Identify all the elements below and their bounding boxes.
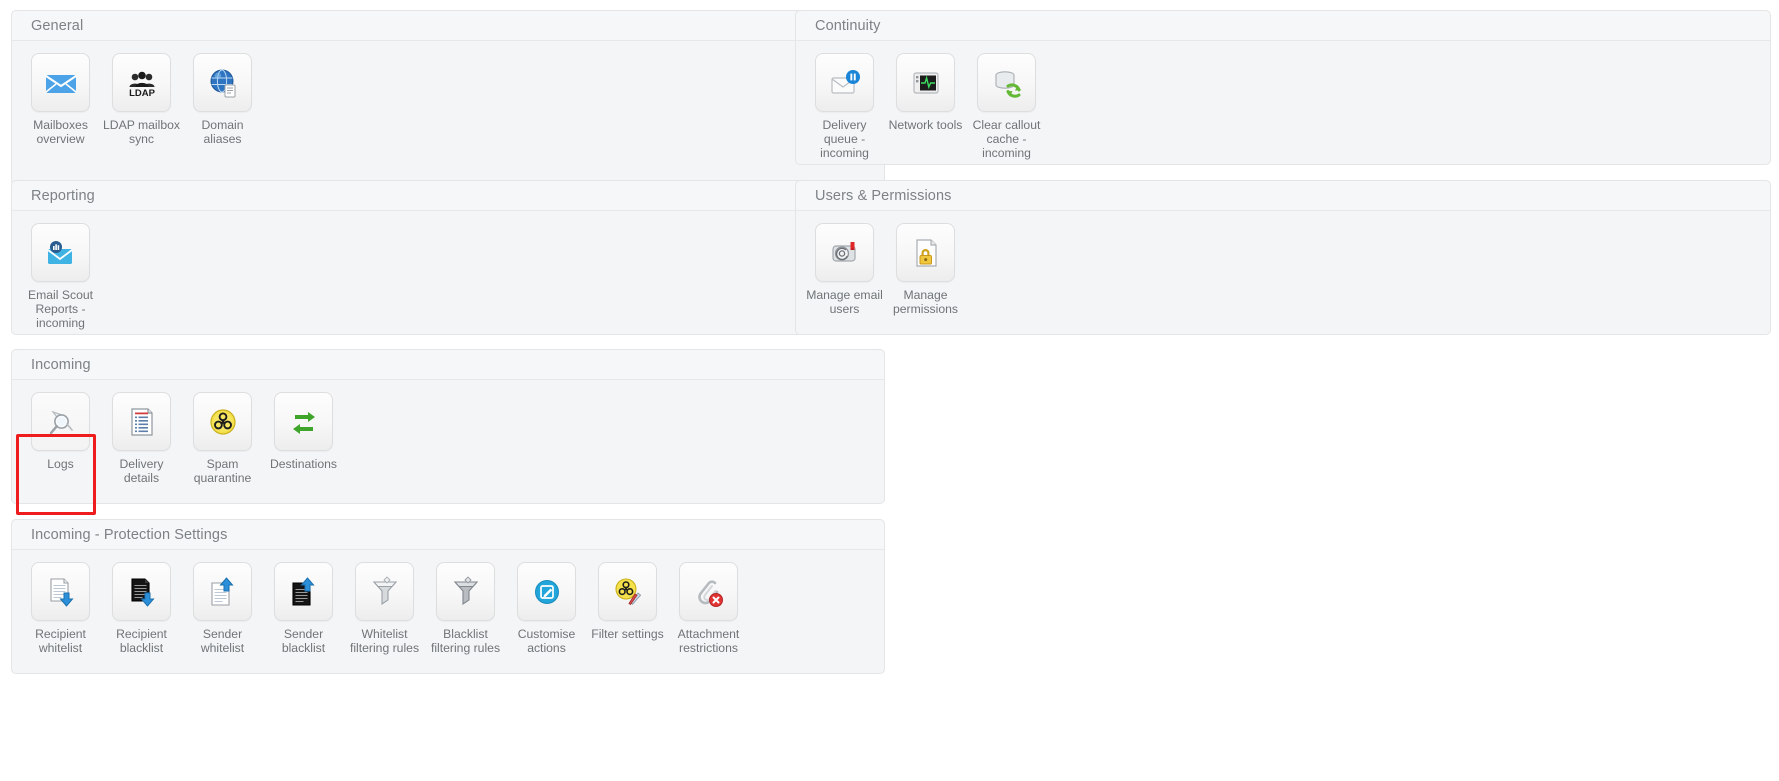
panel-title-incoming: Incoming	[12, 350, 884, 380]
tile-mailboxes-overview[interactable]: Mailboxes overview	[20, 53, 101, 146]
envelope-icon	[31, 53, 90, 112]
green-arrows-icon	[274, 392, 333, 451]
tile-customise-actions[interactable]: Customise actions	[506, 562, 587, 655]
funnel-white-icon	[355, 562, 414, 621]
tile-label: Attachment restrictions	[677, 627, 740, 656]
tile-ldap-mailbox-sync[interactable]: LDAP LDAP mailbox sync	[101, 53, 182, 146]
tile-label: Manage permissions	[892, 288, 959, 317]
tile-manage-email-users[interactable]: Manage email users	[804, 223, 885, 316]
tile-delivery-queue-incoming[interactable]: Delivery queue - incoming	[804, 53, 885, 161]
tile-destinations[interactable]: Destinations	[263, 392, 344, 471]
panel-body-reporting: Email Scout Reports - incoming	[12, 211, 884, 331]
panel-body-users-permissions: Manage email users Manage permissions	[796, 211, 1770, 316]
panel-body-continuity: Delivery queue - incoming Network tools	[796, 41, 1770, 161]
biohazard-tools-icon	[598, 562, 657, 621]
tile-label: Whitelist filtering rules	[349, 627, 420, 656]
network-monitor-icon	[896, 53, 955, 112]
tile-whitelist-filtering-rules[interactable]: Whitelist filtering rules	[344, 562, 425, 655]
tile-label: Filter settings	[591, 627, 664, 641]
tile-blacklist-filtering-rules[interactable]: Blacklist filtering rules	[425, 562, 506, 655]
tile-label: Network tools	[888, 118, 963, 132]
tile-network-tools[interactable]: Network tools	[885, 53, 966, 132]
blue-pencil-circle-icon	[517, 562, 576, 621]
panel-incoming: Incoming Logs Delivery details Spam quar…	[11, 349, 885, 515]
panel-incoming-protection-settings: Incoming - Protection Settings Recipient…	[11, 519, 885, 674]
magnifier-log-icon	[31, 392, 90, 451]
panel-title-users-permissions: Users & Permissions	[796, 181, 1770, 211]
tile-label: Recipient whitelist	[35, 627, 86, 656]
panel-title-reporting: Reporting	[12, 181, 884, 211]
document-black-down-arrow-icon	[112, 562, 171, 621]
panel-body-incoming-protection-settings: Recipient whitelist Recipient blacklist	[12, 550, 884, 655]
panel-general: General Mailboxes overview LDAP LDAP mai…	[11, 10, 885, 186]
settings-dashboard: General Mailboxes overview LDAP LDAP mai…	[0, 0, 1779, 781]
panel-continuity: Continuity Delivery queue - incoming Net…	[795, 10, 1771, 165]
svg-text:LDAP: LDAP	[129, 88, 156, 99]
tile-clear-callout-cache-incoming[interactable]: Clear callout cache - incoming	[966, 53, 1047, 161]
panel-title-continuity: Continuity	[796, 11, 1770, 41]
biohazard-icon	[193, 392, 252, 451]
panel-title-general: General	[12, 11, 884, 41]
tile-label: Delivery queue - incoming	[820, 118, 869, 161]
tile-delivery-details[interactable]: Delivery details	[101, 392, 182, 485]
tile-label: Clear callout cache - incoming	[972, 118, 1041, 161]
panel-title-incoming-protection-settings: Incoming - Protection Settings	[12, 520, 884, 550]
lock-document-icon	[896, 223, 955, 282]
document-white-up-arrow-icon	[193, 562, 252, 621]
tile-label: Destinations	[269, 457, 338, 471]
tile-filter-settings[interactable]: Filter settings	[587, 562, 668, 641]
tile-label: LDAP mailbox sync	[103, 118, 180, 147]
envelope-chart-icon	[31, 223, 90, 282]
tile-label: Spam quarantine	[193, 457, 252, 486]
paperclip-delete-icon	[679, 562, 738, 621]
tile-label: Sender whitelist	[200, 627, 245, 656]
tile-label: Sender blacklist	[281, 627, 326, 656]
tile-recipient-blacklist[interactable]: Recipient blacklist	[101, 562, 182, 655]
tile-label: Manage email users	[806, 288, 883, 317]
database-refresh-icon	[977, 53, 1036, 112]
tile-domain-aliases[interactable]: Domain aliases	[182, 53, 263, 146]
at-sign-tape-icon	[815, 223, 874, 282]
tile-label: Blacklist filtering rules	[430, 627, 501, 656]
tile-spam-quarantine[interactable]: Spam quarantine	[182, 392, 263, 485]
tile-label: Customise actions	[517, 627, 576, 656]
panel-users-permissions: Users & Permissions Manage email users M…	[795, 180, 1771, 335]
panel-reporting: Reporting Email Scout Reports - incoming	[11, 180, 885, 335]
panel-body-incoming: Logs Delivery details Spam quarantine De…	[12, 380, 884, 485]
tile-label: Domain aliases	[201, 118, 244, 147]
panel-body-general: Mailboxes overview LDAP LDAP mailbox syn…	[12, 41, 884, 146]
globe-document-icon	[193, 53, 252, 112]
tile-label: Delivery details	[119, 457, 164, 486]
tile-attachment-restrictions[interactable]: Attachment restrictions	[668, 562, 749, 655]
ldap-users-icon: LDAP	[112, 53, 171, 112]
tile-label: Mailboxes overview	[33, 118, 88, 147]
list-document-icon	[112, 392, 171, 451]
tile-sender-blacklist[interactable]: Sender blacklist	[263, 562, 344, 655]
document-black-up-arrow-icon	[274, 562, 333, 621]
tile-recipient-whitelist[interactable]: Recipient whitelist	[20, 562, 101, 655]
envelope-pause-icon	[815, 53, 874, 112]
tile-manage-permissions[interactable]: Manage permissions	[885, 223, 966, 316]
tile-label: Email Scout Reports - incoming	[27, 288, 94, 331]
tile-label: Logs	[47, 457, 74, 471]
document-white-down-arrow-icon	[31, 562, 90, 621]
funnel-grey-icon	[436, 562, 495, 621]
tile-email-scout-reports-incoming[interactable]: Email Scout Reports - incoming	[20, 223, 101, 331]
tile-label: Recipient blacklist	[116, 627, 167, 656]
tile-logs[interactable]: Logs	[20, 392, 101, 471]
tile-sender-whitelist[interactable]: Sender whitelist	[182, 562, 263, 655]
